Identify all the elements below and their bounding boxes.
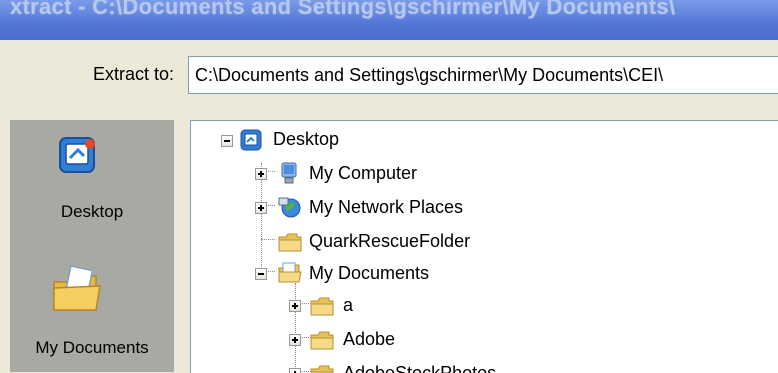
collapse-icon[interactable]: [221, 135, 233, 147]
my-documents-icon: [53, 265, 101, 311]
folder-icon: [310, 331, 334, 350]
tree-item-label: My Computer: [309, 163, 418, 183]
tree-item-adobe[interactable]: Adobe: [191, 325, 778, 355]
tree-item-label: My Documents: [309, 263, 430, 283]
extract-path-field[interactable]: [188, 56, 778, 94]
tree-item-quarkrescuefolder[interactable]: QuarkRescueFolder: [191, 227, 778, 257]
tree-item-label: QuarkRescueFolder: [309, 231, 471, 251]
computer-icon: [281, 162, 297, 184]
collapse-icon[interactable]: [255, 268, 267, 280]
window-title: xtract - C:\Documents and Settings\gschi…: [10, 0, 676, 19]
my-documents-icon: [278, 262, 302, 283]
places-item-my-documents[interactable]: My Documents: [10, 244, 174, 372]
expand-icon[interactable]: [289, 334, 301, 346]
places-bar: Desktop My Documents: [10, 120, 174, 372]
tree-item-label: My Network Places: [309, 197, 464, 217]
tree-item-my-computer[interactable]: My Computer: [191, 159, 778, 189]
desktop-icon: [59, 137, 95, 173]
folder-tree[interactable]: Desktop My Computer My Network Places Qu…: [190, 120, 778, 373]
folder-icon: [278, 233, 302, 252]
title-bar[interactable]: xtract - C:\Documents and Settings\gschi…: [0, 0, 778, 40]
extract-path-input[interactable]: [189, 57, 778, 93]
network-icon: [278, 197, 301, 218]
tree-item-desktop[interactable]: Desktop: [191, 125, 778, 155]
expand-icon[interactable]: [255, 202, 267, 214]
places-item-label: My Documents: [35, 338, 149, 357]
folder-icon: [310, 297, 334, 316]
places-item-label: Desktop: [60, 202, 124, 221]
tree-item-adobestockphotos[interactable]: AdobeStockPhotos: [191, 359, 778, 373]
desktop-icon: [240, 129, 262, 151]
places-item-desktop[interactable]: Desktop: [10, 120, 174, 244]
tree-item-label: Desktop: [273, 129, 340, 149]
tree-item-label: a: [343, 295, 354, 315]
tree-item-my-documents[interactable]: My Documents: [191, 259, 778, 289]
tree-item-label: Adobe: [343, 329, 396, 349]
tree-item-my-network-places[interactable]: My Network Places: [191, 193, 778, 223]
expand-icon[interactable]: [289, 368, 301, 373]
expand-icon[interactable]: [289, 300, 301, 312]
expand-icon[interactable]: [255, 168, 267, 180]
extract-to-label: Extract to:: [92, 64, 174, 84]
folder-icon: [310, 365, 334, 373]
extract-row: Extract to:: [0, 40, 778, 116]
tree-item-a[interactable]: a: [191, 291, 778, 321]
